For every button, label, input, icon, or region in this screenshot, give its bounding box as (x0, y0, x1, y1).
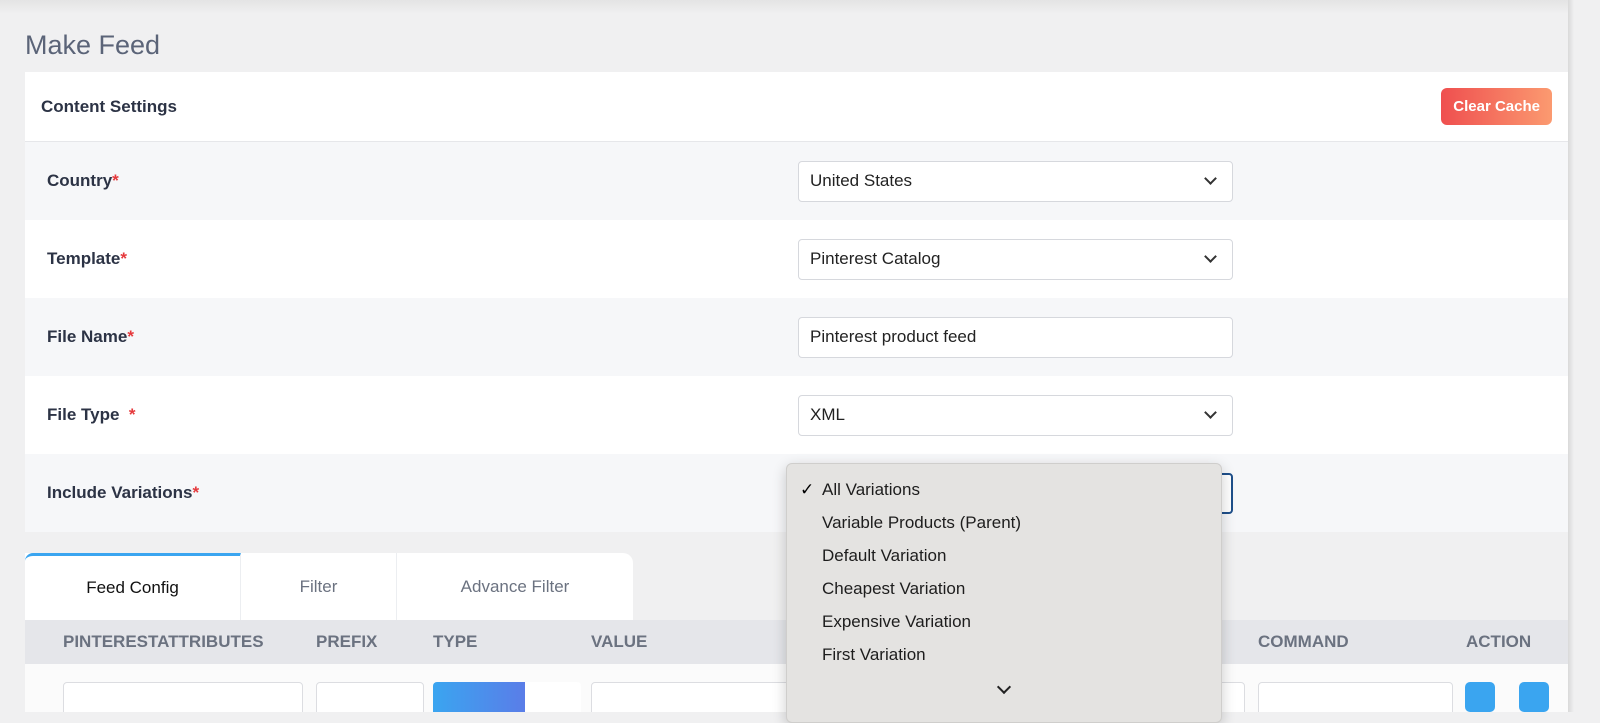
attribute-select[interactable] (63, 682, 303, 712)
chevron-down-icon (1204, 172, 1217, 185)
template-label: Template* (47, 249, 127, 268)
clear-cache-button[interactable]: Clear Cache (1441, 88, 1552, 125)
header-action: ACTION (1466, 632, 1532, 651)
chevron-down-icon (1204, 406, 1217, 419)
page-title: Make Feed (25, 30, 161, 60)
command-input[interactable] (1258, 682, 1453, 712)
file-name-label: File Name* (47, 327, 134, 346)
tab-feed-config[interactable]: Feed Config (25, 553, 241, 620)
option-first-variation[interactable]: First Variation (822, 645, 926, 665)
chevron-down-icon (1204, 250, 1217, 263)
card-header: Content Settings Clear Cache (25, 72, 1568, 142)
card-title: Content Settings (41, 96, 177, 116)
tab-filter[interactable]: Filter (241, 553, 397, 620)
template-select[interactable]: Pinterest Catalog (798, 238, 1233, 280)
option-variable-products[interactable]: Variable Products (Parent) (822, 513, 1021, 533)
country-select[interactable]: United States (798, 160, 1233, 202)
option-all-variations[interactable]: All Variations (822, 480, 920, 500)
header-command: COMMAND (1258, 632, 1349, 651)
header-value: VALUE (591, 632, 648, 651)
type-toggle[interactable] (433, 682, 581, 712)
option-default-variation[interactable]: Default Variation (822, 546, 946, 566)
include-variations-dropdown: ✓ All Variations Variable Products (Pare… (786, 463, 1222, 723)
file-type-label: File Type * (47, 405, 136, 424)
file-name-row: File Name* Pinterest product feed (25, 298, 1568, 376)
tab-advance-filter[interactable]: Advance Filter (397, 553, 633, 620)
header-type: TYPE (433, 632, 478, 651)
content-settings-card: Content Settings Clear Cache Country* Un… (25, 72, 1568, 532)
feed-tabs: Feed Config Filter Advance Filter (25, 553, 633, 620)
prefix-input[interactable] (316, 682, 424, 712)
country-label: Country* (47, 171, 119, 190)
add-button[interactable] (1519, 682, 1549, 712)
checkmark-icon: ✓ (800, 480, 815, 499)
option-cheapest-variation[interactable]: Cheapest Variation (822, 579, 965, 599)
template-row: Template* Pinterest Catalog (25, 220, 1568, 298)
country-row: Country* United States (25, 142, 1568, 220)
settings-button[interactable] (1465, 682, 1495, 712)
file-type-row: File Type * XML (25, 376, 1568, 454)
file-type-select[interactable]: XML (798, 394, 1233, 436)
file-name-input[interactable]: Pinterest product feed (798, 316, 1233, 358)
option-expensive-variation[interactable]: Expensive Variation (822, 612, 971, 632)
header-attributes: PINTERESTATTRIBUTES (63, 632, 264, 651)
window-edge (1568, 0, 1600, 712)
top-shadow (0, 0, 1600, 14)
header-prefix: PREFIX (316, 632, 378, 651)
include-variations-label: Include Variations* (47, 483, 200, 502)
scroll-down-chevron-icon[interactable] (996, 679, 1012, 695)
